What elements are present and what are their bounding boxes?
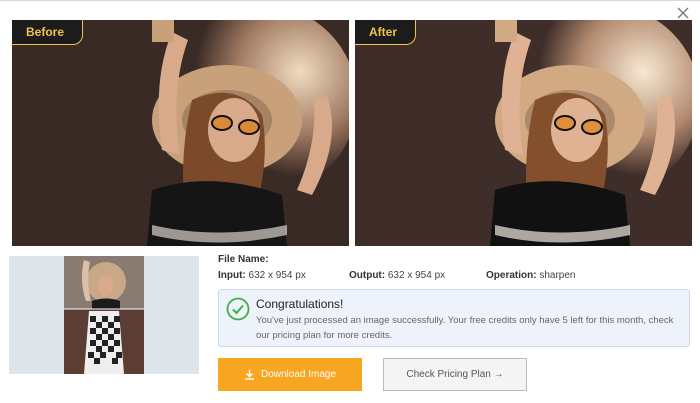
download-icon (244, 369, 255, 380)
pricing-label: Check Pricing Plan → (406, 369, 504, 380)
file-name-label: File Name: (218, 254, 269, 265)
after-image: After (355, 20, 692, 246)
before-label: Before (12, 20, 84, 45)
thumbnail-preview (9, 256, 199, 374)
alert-title: Congratulations! (256, 297, 344, 311)
top-border (0, 0, 700, 1)
output-size: Output: 632 x 954 px (349, 270, 446, 281)
input-size: Input: 632 x 954 px (218, 270, 306, 281)
alert-message: You've just processed an image successfu… (256, 315, 674, 341)
after-label: After (355, 20, 417, 45)
download-label: Download Image (260, 369, 337, 380)
file-info: File Name: Input: 632 x 954 px Output: 6… (218, 254, 692, 281)
download-button[interactable]: Download Image (218, 358, 362, 391)
check-pricing-button[interactable]: Check Pricing Plan → (383, 358, 527, 391)
operation: Operation: sharpen (486, 270, 576, 281)
check-circle-icon (226, 297, 250, 321)
success-alert: Congratulations! You've just processed a… (218, 289, 690, 347)
before-image: Before (12, 20, 349, 246)
